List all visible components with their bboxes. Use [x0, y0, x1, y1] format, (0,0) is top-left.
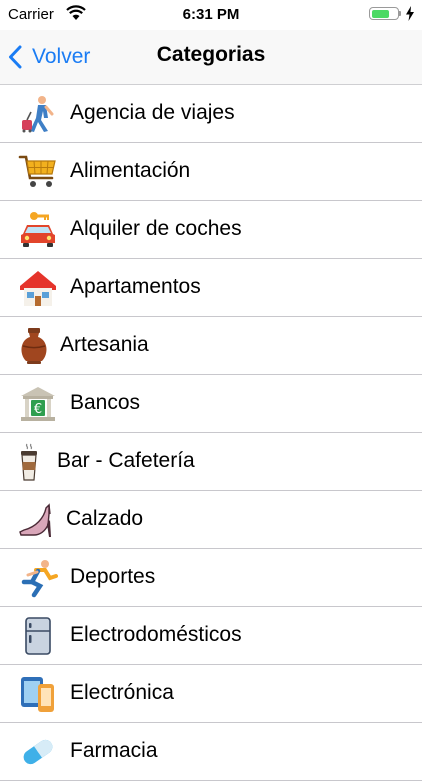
list-item[interactable]: Deportes [0, 549, 422, 607]
traveler-icon [18, 94, 58, 134]
category-label: Calzado [66, 507, 144, 530]
vase-icon [14, 326, 54, 366]
list-item[interactable]: Agencia de viajes [0, 85, 422, 143]
list-item[interactable]: Calzado [0, 491, 422, 549]
category-label: Electrodomésticos [70, 623, 242, 646]
high-heel-icon [16, 500, 56, 540]
coffee-cup-icon [12, 442, 52, 482]
list-item[interactable]: Bar - Cafetería [0, 433, 422, 491]
list-item[interactable]: Farmacia [0, 723, 422, 781]
navigation-bar: Volver Categorias [0, 30, 422, 85]
status-time: 6:31 PM [182, 6, 240, 23]
list-item[interactable]: Apartamentos [0, 259, 422, 317]
category-label: Farmacia [70, 739, 158, 762]
category-label: Bar - Cafetería [57, 449, 195, 472]
battery-level [371, 9, 389, 18]
svg-text:€: € [34, 402, 42, 417]
list-item[interactable]: Electrónica [0, 665, 422, 723]
pill-icon [18, 732, 58, 772]
category-label: Artesania [60, 333, 149, 356]
category-label: Deportes [70, 565, 156, 588]
battery-icon [369, 7, 399, 20]
category-label: Agencia de viajes [70, 101, 235, 124]
list-item[interactable]: Artesania [0, 317, 422, 375]
bank-icon: € [18, 384, 58, 424]
car-key-icon [18, 210, 58, 250]
category-list: Agencia de viajes Alimentación Alquiler … [0, 85, 422, 781]
category-label: Bancos [70, 391, 141, 414]
list-item[interactable]: € Bancos [0, 375, 422, 433]
runner-icon [18, 558, 58, 598]
devices-icon [18, 674, 58, 714]
fridge-icon [18, 616, 58, 656]
category-label: Alimentación [70, 159, 191, 182]
category-label: Alquiler de coches [70, 217, 242, 240]
shopping-cart-icon [18, 152, 58, 192]
status-bar: Carrier 6:31 PM [0, 0, 422, 30]
house-icon [18, 268, 58, 308]
category-label: Electrónica [70, 681, 174, 704]
list-item[interactable]: Electrodomésticos [0, 607, 422, 665]
charging-bolt-icon [406, 6, 414, 21]
list-item[interactable]: Alimentación [0, 143, 422, 201]
page-title: Categorias [156, 43, 266, 66]
category-label: Apartamentos [70, 275, 201, 298]
list-item[interactable]: Alquiler de coches [0, 201, 422, 259]
battery-tip [399, 11, 401, 16]
